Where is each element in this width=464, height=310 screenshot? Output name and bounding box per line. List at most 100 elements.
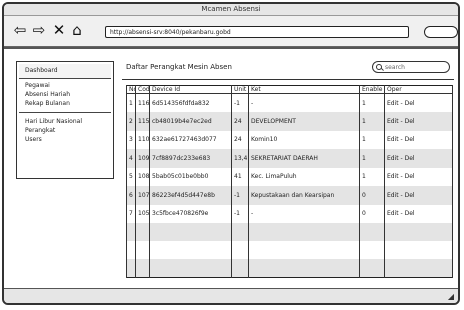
table-row: 7 105 3c5fbce470826f9e -1-0 Edit - Del bbox=[126, 204, 453, 223]
table-cell bbox=[384, 241, 453, 259]
table-cell bbox=[149, 259, 232, 277]
table-cell bbox=[359, 241, 385, 259]
table-cell: cb48019b4e7ec2ed bbox=[149, 112, 232, 131]
table-cell bbox=[149, 241, 232, 259]
table-cell: 1 bbox=[359, 112, 385, 131]
table-cell: 3c5fbce470826f9e bbox=[149, 204, 232, 223]
column-header: Enable bbox=[359, 85, 385, 94]
sidebar-group-employees: Pegawai Absensi Hariah Rekap Bulanan bbox=[17, 79, 113, 110]
table-cell: DEVELOPMENT bbox=[248, 112, 360, 131]
table-cell: 24 bbox=[231, 112, 249, 131]
search-placeholder: search bbox=[385, 64, 405, 71]
sidebar-item-pegawai[interactable]: Pegawai bbox=[25, 81, 113, 90]
table-cell: Kepustakaan dan Kearsipan bbox=[248, 186, 360, 205]
table-cell: - bbox=[248, 93, 360, 112]
table-cell: -1 bbox=[231, 186, 249, 205]
table-cell: 6d514356fdfda832 bbox=[149, 93, 232, 112]
table-cell bbox=[135, 241, 150, 259]
row-actions-edit-delete[interactable]: Edit - Del bbox=[384, 112, 453, 131]
table-cell: 7cf8897dc233e683 bbox=[149, 149, 232, 168]
table-row: 4 109 7cf8897dc233e683 13,4 SEKRETARIAT DAER… bbox=[126, 149, 453, 168]
status-bar: ◢ bbox=[4, 288, 458, 303]
table-cell: 107 bbox=[135, 186, 150, 205]
table-cell: 41 bbox=[231, 167, 249, 186]
table-cell: 0 bbox=[359, 186, 385, 205]
table-cell: Komin10 bbox=[248, 130, 360, 149]
table-cell: 109 bbox=[135, 149, 150, 168]
empty-table-row bbox=[126, 259, 453, 277]
table-body: 1 116 6d514356fdfda832 -1-1 Edit - Del 2 115 cb… bbox=[126, 93, 453, 277]
table-cell: 13,4 bbox=[231, 149, 249, 168]
table-cell: 1 bbox=[126, 93, 136, 112]
main-panel: Daftar Perangkat Mesin Absen search No C… bbox=[122, 61, 454, 279]
table-cell bbox=[135, 259, 150, 277]
column-header: Ket bbox=[248, 85, 360, 94]
table-cell: 5bab05c01be0bb0 bbox=[149, 167, 232, 186]
column-header: No bbox=[126, 85, 136, 94]
sidebar-item-perangkat[interactable]: Perangkat bbox=[25, 126, 113, 135]
table-cell: 1 bbox=[359, 130, 385, 149]
table-cell: -1 bbox=[231, 204, 249, 223]
table-cell: 24 bbox=[231, 130, 249, 149]
sidebar-item-users[interactable]: Users bbox=[25, 135, 113, 144]
sidebar-item-hari-libur[interactable]: Hari Libur Nasional bbox=[25, 117, 113, 126]
table-cell: 1 bbox=[359, 149, 385, 168]
table-header-row: No Code Device Id Unit Ket Enable Oper bbox=[126, 85, 453, 94]
table-cell: 7 bbox=[126, 204, 136, 223]
row-actions-edit-delete[interactable]: Edit - Del bbox=[384, 149, 453, 168]
table-cell: 1 bbox=[359, 167, 385, 186]
table-cell bbox=[384, 223, 453, 241]
column-header: Unit bbox=[231, 85, 249, 94]
sidebar-item-rekap-bulanan[interactable]: Rekap Bulanan bbox=[25, 99, 113, 108]
device-table: No Code Device Id Unit Ket Enable Oper 1… bbox=[126, 85, 453, 278]
table-cell: 115 bbox=[135, 112, 150, 131]
table-cell: 116 bbox=[135, 93, 150, 112]
forward-arrow-icon[interactable]: ⇨ bbox=[31, 21, 47, 39]
table-cell: 6 bbox=[126, 186, 136, 205]
resize-grip-icon[interactable]: ◢ bbox=[448, 292, 454, 301]
browser-search-field[interactable] bbox=[424, 26, 458, 38]
back-arrow-icon[interactable]: ⇦ bbox=[12, 21, 28, 39]
sidebar: Dashboard Pegawai Absensi Hariah Rekap B… bbox=[16, 61, 114, 179]
table-cell: 2 bbox=[126, 112, 136, 131]
table-cell: 108 bbox=[135, 167, 150, 186]
empty-table-row bbox=[126, 241, 453, 259]
table-cell: SEKRETARIAT DAERAH bbox=[248, 149, 360, 168]
table-cell bbox=[135, 223, 150, 241]
table-cell: 1 bbox=[359, 93, 385, 112]
table-cell bbox=[384, 259, 453, 277]
table-cell bbox=[231, 259, 249, 277]
search-icon bbox=[376, 64, 382, 70]
page-title: Daftar Perangkat Mesin Absen bbox=[126, 63, 232, 71]
table-cell bbox=[248, 223, 360, 241]
table-cell bbox=[231, 223, 249, 241]
window-title: Mcamen Absensi bbox=[4, 4, 458, 16]
table-cell: 110 bbox=[135, 130, 150, 149]
row-actions-edit-delete[interactable]: Edit - Del bbox=[384, 130, 453, 149]
search-input[interactable]: search bbox=[372, 61, 450, 73]
table-row: 6 107 86223ef4d5d447e8b -1 Kepustakaan dan K… bbox=[126, 186, 453, 205]
url-bar[interactable]: http://absensi-srv:8040/pekanbaru.gobd bbox=[105, 26, 409, 38]
table-cell: 105 bbox=[135, 204, 150, 223]
row-actions-edit-delete[interactable]: Edit - Del bbox=[384, 204, 453, 223]
table-cell: Kec. LimaPuluh bbox=[248, 167, 360, 186]
sidebar-item-dashboard[interactable]: Dashboard bbox=[19, 64, 111, 79]
table-cell: 5 bbox=[126, 167, 136, 186]
table-row: 3 110 632ae61727463d077 24 Komin10 1 Edit - De… bbox=[126, 130, 453, 149]
table-cell bbox=[126, 223, 136, 241]
row-actions-edit-delete[interactable]: Edit - Del bbox=[384, 167, 453, 186]
row-actions-edit-delete[interactable]: Edit - Del bbox=[384, 186, 453, 205]
sidebar-item-absensi-harian[interactable]: Absensi Hariah bbox=[25, 90, 113, 99]
close-icon[interactable]: ✕ bbox=[51, 21, 67, 39]
page-content: Dashboard Pegawai Absensi Hariah Rekap B… bbox=[4, 47, 458, 289]
row-actions-edit-delete[interactable]: Edit - Del bbox=[384, 93, 453, 112]
table-cell bbox=[248, 259, 360, 277]
browser-toolbar: ⇦ ⇨ ✕ ⌂ http://absensi-srv:8040/pekanbar… bbox=[4, 16, 458, 47]
table-cell: 86223ef4d5d447e8b bbox=[149, 186, 232, 205]
title-divider bbox=[122, 79, 454, 80]
home-icon[interactable]: ⌂ bbox=[69, 21, 85, 39]
column-header: Code bbox=[135, 85, 150, 94]
table-cell: 632ae61727463d077 bbox=[149, 130, 232, 149]
table-cell bbox=[359, 259, 385, 277]
empty-table-row bbox=[126, 223, 453, 241]
